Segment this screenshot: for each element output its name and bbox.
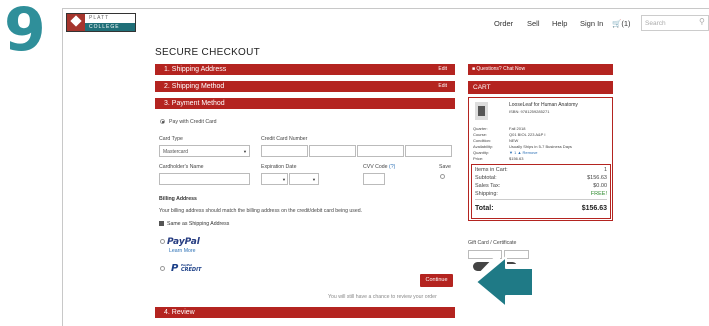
paypal-learn-more-link[interactable]: Learn More — [169, 248, 196, 254]
save-card-toggle[interactable] — [440, 174, 445, 179]
section-payment-method: 3. Payment Method — [155, 98, 455, 109]
cart-item-price: $156.63 — [509, 156, 524, 161]
chevron-up-icon[interactable]: ▲ — [517, 150, 521, 155]
logo-line1: PLATT — [85, 14, 135, 23]
chevron-down-icon: ▼ — [282, 177, 286, 182]
card-number-label: Credit Card Number — [261, 136, 308, 142]
paypal-credit-radio[interactable] — [160, 266, 165, 271]
save-label: Save — [439, 164, 451, 170]
nav-help[interactable]: Help — [552, 19, 567, 28]
cardholder-name-field[interactable] — [159, 173, 250, 185]
nav-sign-in[interactable]: Sign In — [580, 19, 603, 28]
nav-order[interactable]: Order — [494, 19, 513, 28]
cardholder-label: Cardholder's Name — [159, 164, 204, 170]
logo-diamond-icon — [67, 14, 85, 31]
cart-item-condition: NEW — [509, 138, 519, 143]
logo-line2: COLLEGE — [85, 23, 135, 31]
section-shipping-method[interactable]: 2. Shipping Method Edit — [155, 81, 455, 92]
billing-note: Your billing address should match the bi… — [159, 208, 363, 214]
card-number-field-2[interactable] — [309, 145, 356, 157]
cart-item-title[interactable]: LooseLeaf for Human Anatomy — [509, 102, 578, 108]
cart-icon: 🛒 — [612, 19, 622, 28]
nav-sell[interactable]: Sell — [527, 19, 540, 28]
cvv-field[interactable] — [363, 173, 385, 185]
cvv-label: CVV Code (?) — [363, 164, 396, 170]
card-type-select[interactable]: Mastercard — [159, 145, 250, 157]
gift-card-pin-input[interactable] — [504, 250, 529, 259]
cart-header: CART — [468, 81, 613, 94]
card-type-label: Card Type — [159, 136, 183, 142]
card-number-field-3[interactable] — [357, 145, 404, 157]
section-shipping-address[interactable]: 1. Shipping Address Edit — [155, 64, 455, 75]
items-in-cart-value: 1 — [603, 167, 607, 173]
shipping-value: FREE! — [590, 191, 607, 197]
edit-shipping-method[interactable]: Edit — [438, 81, 447, 92]
nav-cart[interactable]: 🛒(1) — [612, 19, 631, 28]
cart-item-course: Q01 BIOL 223 A&P I — [509, 132, 546, 137]
subtotal-value: $156.63 — [587, 175, 607, 181]
college-logo[interactable]: PLATT COLLEGE — [66, 13, 136, 32]
paypal-p-icon: P — [171, 263, 179, 274]
expiration-label: Expiration Date — [261, 164, 297, 170]
sales-tax-value: $0.00 — [593, 183, 607, 189]
cvv-help-link[interactable]: (?) — [389, 164, 395, 170]
page-title: SECURE CHECKOUT — [155, 47, 261, 58]
summary-divider — [475, 199, 607, 200]
remove-link[interactable]: Remove — [523, 150, 538, 155]
paypal-logo: PayPal — [167, 237, 200, 247]
chevron-down-icon: ▼ — [312, 177, 316, 182]
edit-shipping-address[interactable]: Edit — [438, 64, 447, 75]
cart-count: (1) — [621, 19, 631, 28]
cart-summary: Items in Cart: 1 Subtotal: $156.63 Sales… — [471, 164, 611, 219]
paypal-credit-logo: P PayPal CREDIT — [171, 263, 202, 274]
gift-card-apply-button[interactable] — [473, 262, 517, 271]
chat-now-button[interactable]: ■ Questions? Chat Now — [468, 64, 613, 75]
same-as-shipping-checkbox[interactable] — [159, 221, 164, 226]
chat-bubble-icon: ■ — [472, 66, 476, 72]
quantity-stepper[interactable]: ▼ 1 ▲ Remove — [509, 150, 537, 155]
book-cover-image — [475, 102, 488, 120]
chevron-down-icon[interactable]: ▼ — [509, 150, 513, 155]
continue-button[interactable]: Continue — [420, 274, 453, 287]
cart-item-availability: Usually Ships in 5-7 Business Days — [509, 144, 572, 149]
gift-card-input[interactable] — [468, 250, 502, 259]
cart-item-quarter: Fall 2018 — [509, 126, 526, 131]
chevron-down-icon: ▼ — [243, 149, 247, 154]
gift-card-label: Gift Card / Certificate — [468, 240, 517, 246]
billing-address-title: Billing Address — [159, 196, 197, 202]
cart-item-isbn: ISBN: 9781259285271 — [509, 109, 550, 114]
paypal-radio[interactable] — [160, 239, 165, 244]
search-icon[interactable]: ⚲ — [699, 17, 705, 26]
pay-with-credit-card-label: Pay with Credit Card — [169, 119, 217, 125]
cart-panel: LooseLeaf for Human Anatomy ISBN: 978125… — [468, 97, 613, 221]
card-number-field-1[interactable] — [261, 145, 308, 157]
review-note: You will still have a chance to review y… — [328, 294, 437, 300]
card-number-field-4[interactable] — [405, 145, 452, 157]
top-nav: PLATT COLLEGE Order Sell Help Sign In 🛒(… — [63, 9, 709, 37]
step-number: 9 — [4, 0, 46, 65]
tutorial-frame: 9 PLATT COLLEGE Order Sell Help Sign In … — [0, 0, 709, 326]
section-review: 4. Review — [155, 307, 455, 318]
credit-card-radio[interactable] — [160, 119, 165, 124]
same-as-shipping-label: Same as Shipping Address — [167, 221, 230, 227]
total-value: $156.63 — [581, 205, 607, 212]
screenshot-window: PLATT COLLEGE Order Sell Help Sign In 🛒(… — [62, 8, 709, 326]
